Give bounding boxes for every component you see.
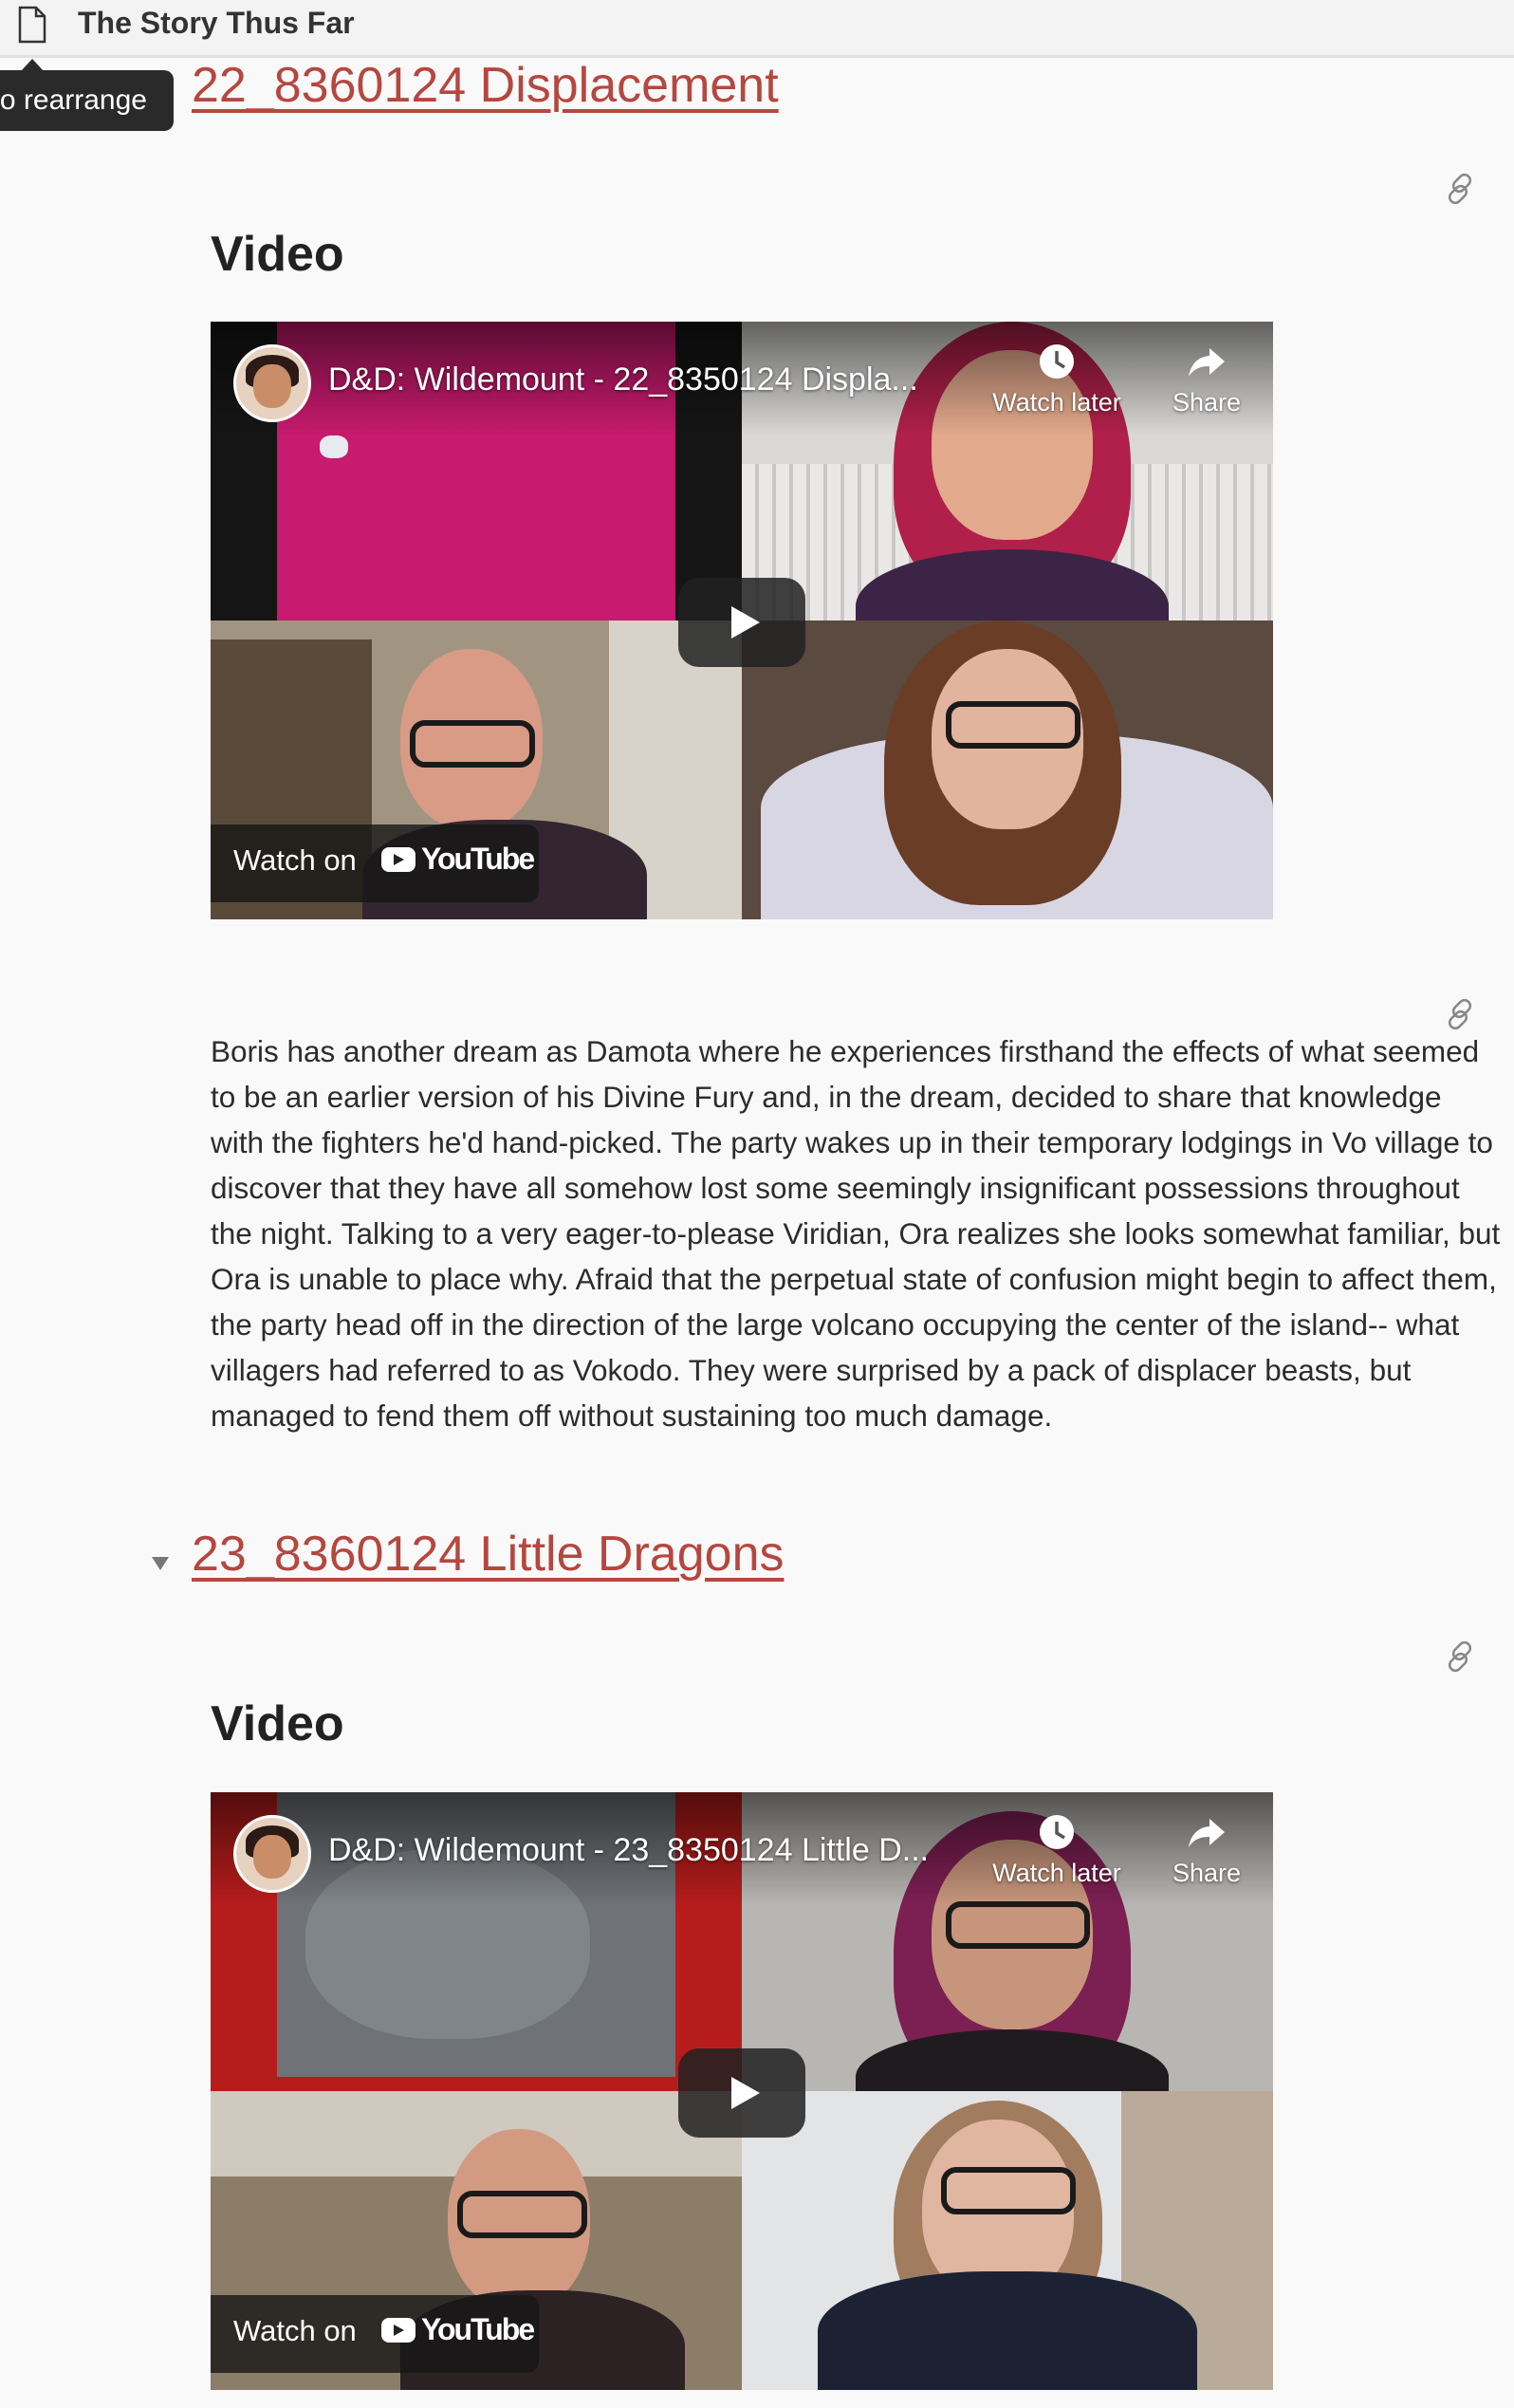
channel-avatar[interactable] — [233, 1815, 311, 1893]
link-icon[interactable] — [1442, 171, 1478, 207]
share-button[interactable]: Share — [1140, 1813, 1273, 1888]
share-icon — [1189, 348, 1225, 377]
video-heading: Video — [211, 227, 344, 282]
video-title[interactable]: D&D: Wildemount - 22_8350124 Displa... — [328, 361, 918, 398]
video-heading: Video — [211, 1696, 344, 1751]
watch-on-youtube-button[interactable]: Watch on YouTube — [211, 2295, 539, 2373]
top-bar: The Story Thus Far — [0, 0, 1514, 58]
video-title[interactable]: D&D: Wildemount - 23_8350124 Little D... — [328, 1832, 929, 1869]
share-label: Share — [1172, 388, 1242, 417]
video-frame-player-3 — [742, 2091, 1273, 2390]
page-title: The Story Thus Far — [78, 6, 355, 40]
channel-avatar[interactable] — [233, 344, 311, 422]
share-icon — [1189, 1819, 1225, 1847]
document-icon — [18, 6, 46, 44]
watch-later-label: Watch later — [992, 1859, 1121, 1887]
link-icon[interactable] — [1442, 1639, 1478, 1675]
collapse-toggle-icon[interactable] — [152, 1557, 169, 1570]
session-summary: Boris has another dream as Damota where … — [211, 1034, 1501, 1433]
tooltip-text: o rearrange — [0, 84, 147, 116]
youtube-logo-icon — [381, 2318, 415, 2343]
clock-icon — [1040, 344, 1074, 379]
play-button[interactable] — [678, 578, 805, 667]
youtube-wordmark: YouTube — [421, 842, 535, 876]
watch-later-label: Watch later — [992, 388, 1121, 417]
watch-on-youtube-button[interactable]: Watch on YouTube — [211, 824, 539, 902]
tooltip: o rearrange — [0, 70, 174, 131]
video-embed-little-dragons[interactable]: D&D: Wildemount - 23_8350124 Little D...… — [211, 1792, 1273, 2390]
video-embed-displacement[interactable]: D&D: Wildemount - 22_8350124 Displa... W… — [211, 322, 1273, 919]
watch-on-label: Watch on — [233, 2314, 357, 2347]
watch-later-button[interactable]: Watch later — [990, 343, 1123, 417]
youtube-logo-icon — [381, 847, 415, 872]
share-label: Share — [1172, 1859, 1242, 1887]
video-frame-player-3 — [742, 621, 1273, 919]
section-title-little-dragons[interactable]: 23_8360124 Little Dragons — [192, 1524, 784, 1584]
watch-on-label: Watch on — [233, 843, 357, 877]
clock-icon — [1040, 1815, 1074, 1849]
link-icon[interactable] — [1442, 996, 1478, 1032]
watch-later-button[interactable]: Watch later — [990, 1813, 1123, 1888]
section-title-displacement[interactable]: 22_8360124 Displacement — [192, 55, 779, 116]
play-button[interactable] — [678, 2048, 805, 2138]
youtube-wordmark: YouTube — [421, 2312, 535, 2346]
share-button[interactable]: Share — [1140, 343, 1273, 417]
